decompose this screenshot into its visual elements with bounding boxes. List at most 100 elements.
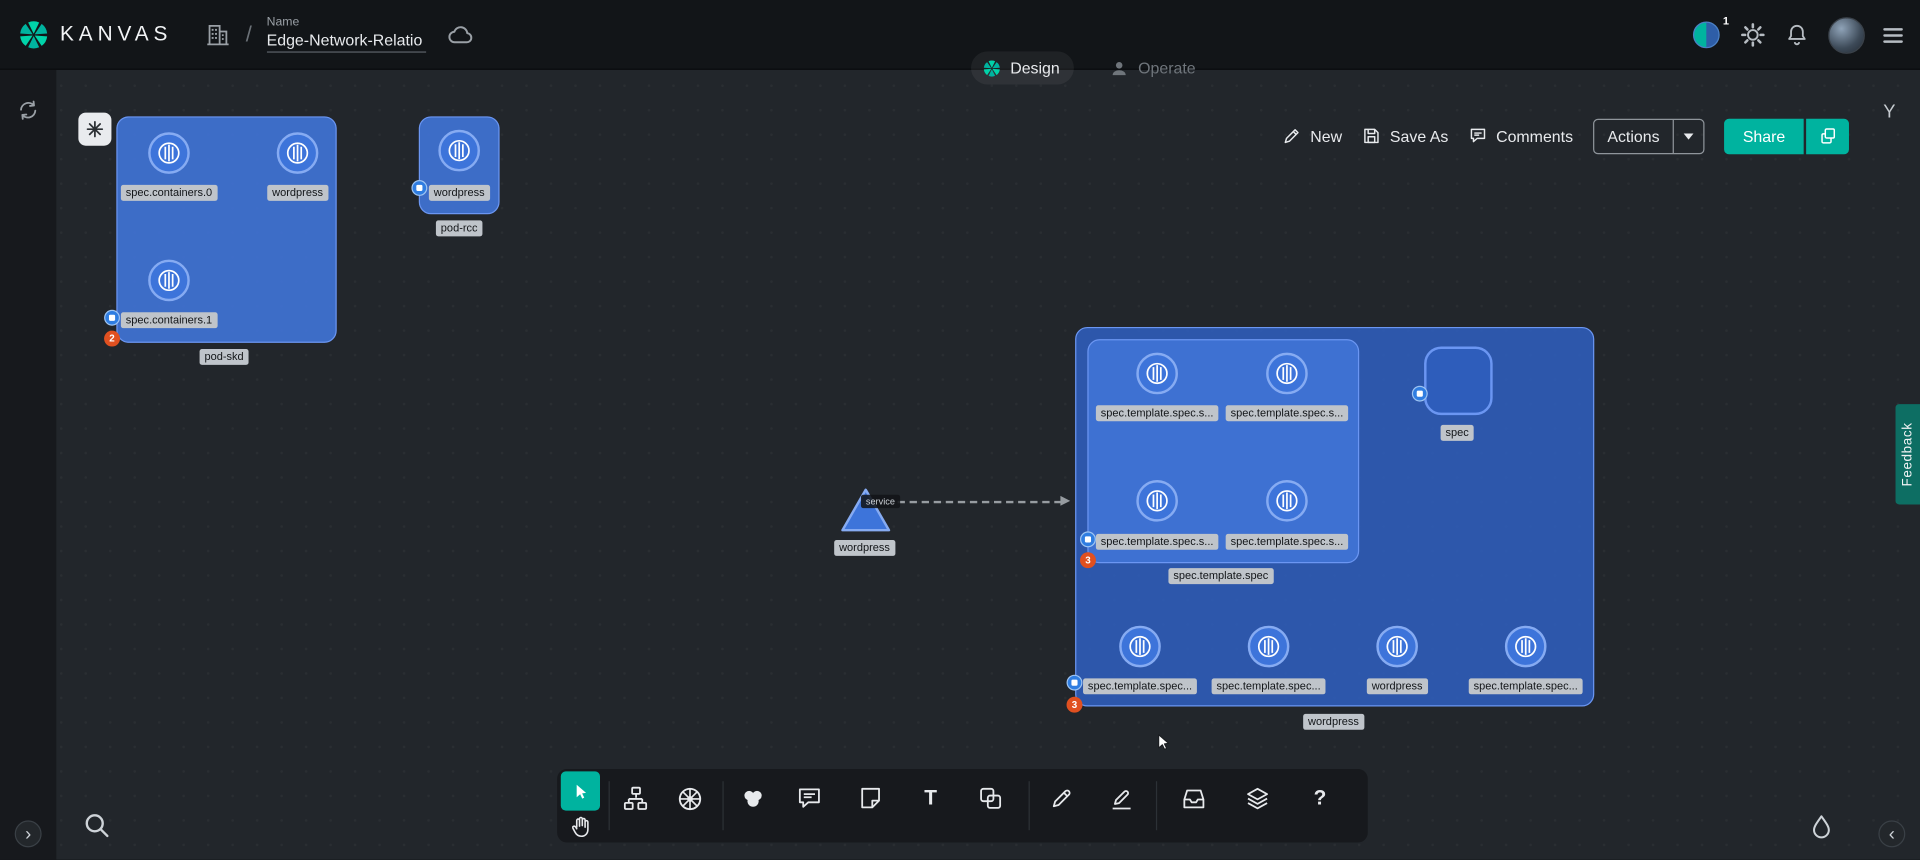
kind-badge-icon[interactable] xyxy=(1412,386,1428,402)
kind-badge-icon[interactable] xyxy=(1080,531,1096,547)
node-template-spec-c[interactable] xyxy=(1136,480,1178,522)
design-name-input[interactable] xyxy=(267,31,426,53)
tab-operate[interactable]: Operate xyxy=(1099,51,1210,84)
tab-design-label: Design xyxy=(1010,59,1060,77)
settings-gear-icon[interactable] xyxy=(1740,22,1766,48)
help-icon: ? xyxy=(1314,786,1327,810)
kubernetes-tool-button[interactable] xyxy=(670,779,709,818)
toolbar-divider xyxy=(1156,781,1157,830)
hamburger-menu-icon[interactable] xyxy=(1883,28,1903,43)
comments-label: Comments xyxy=(1496,127,1573,145)
kind-badge-icon[interactable] xyxy=(104,310,120,326)
flower-icon xyxy=(84,119,105,140)
new-label: New xyxy=(1310,127,1342,145)
notification-count-badge: 1 xyxy=(1723,15,1729,27)
comments-button[interactable]: Comments xyxy=(1468,126,1573,146)
chevron-right-icon: › xyxy=(25,823,31,844)
node-label: spec.template.spec... xyxy=(1083,678,1197,694)
pen-icon xyxy=(1048,785,1075,812)
node-label: spec.containers.1 xyxy=(121,312,217,328)
count-badge[interactable]: 3 xyxy=(1067,697,1083,713)
layers-tool-button[interactable] xyxy=(1238,779,1277,818)
copy-link-button[interactable] xyxy=(1806,118,1849,154)
node-template-spec-g[interactable] xyxy=(1505,626,1547,668)
node-template-spec-b[interactable] xyxy=(1266,353,1308,395)
actions-button[interactable]: Actions xyxy=(1594,127,1673,145)
new-button[interactable]: New xyxy=(1282,126,1342,146)
node-spec-containers-1[interactable] xyxy=(148,260,190,302)
kanvas-flower-icon xyxy=(17,18,50,51)
stage: KANVAS / Name xyxy=(0,0,1920,860)
count-badge[interactable]: 3 xyxy=(1080,552,1096,568)
group-label: pod-rcc xyxy=(436,220,483,236)
comment-tool-button[interactable] xyxy=(790,779,829,818)
bottom-toolbar: T xyxy=(557,769,1368,842)
mouse-cursor xyxy=(1152,731,1174,753)
node-service-triangle[interactable] xyxy=(839,486,893,535)
node-wordpress-bottom[interactable] xyxy=(1376,626,1418,668)
node-template-spec-d[interactable] xyxy=(1266,480,1308,522)
select-tool-button[interactable] xyxy=(561,771,600,810)
extensions-button[interactable]: 1 xyxy=(1691,20,1722,51)
kanvas-logo[interactable]: KANVAS xyxy=(17,18,172,51)
node-template-spec-e[interactable] xyxy=(1119,626,1161,668)
y-icon[interactable]: Y xyxy=(1883,102,1895,123)
node-template-spec-a[interactable] xyxy=(1136,353,1178,395)
organization-icon[interactable] xyxy=(204,21,231,48)
group-spec-template-spec[interactable] xyxy=(1087,339,1359,563)
save-as-button[interactable]: Save As xyxy=(1362,126,1449,146)
node-label: spec.template.spec.s... xyxy=(1096,534,1219,550)
copy-link-icon xyxy=(1818,126,1838,146)
sticker-icon xyxy=(857,785,884,812)
sync-status-icon[interactable] xyxy=(16,98,40,122)
pencil-icon xyxy=(1282,126,1302,146)
node-spec-square[interactable] xyxy=(1424,347,1493,416)
text-tool-button[interactable]: T xyxy=(911,779,950,818)
node-label: wordpress xyxy=(1367,678,1428,694)
ink-drop-icon[interactable] xyxy=(1806,812,1837,843)
count-badge[interactable]: 2 xyxy=(104,331,120,347)
app-header: KANVAS / Name xyxy=(0,0,1920,70)
edge-service-to-deployment[interactable] xyxy=(898,501,1062,503)
kind-badge-icon[interactable] xyxy=(411,180,427,196)
tab-design[interactable]: Design xyxy=(971,51,1074,84)
left-rail xyxy=(0,70,56,860)
design-name-label: Name xyxy=(267,16,426,29)
node-wordpress-rcc[interactable] xyxy=(438,130,480,172)
flowchart-tool-button[interactable] xyxy=(616,779,655,818)
pen-tool-button[interactable] xyxy=(1042,779,1081,818)
save-as-label: Save As xyxy=(1390,127,1448,145)
node-label: spec.template.spec... xyxy=(1212,678,1326,694)
zoom-icon[interactable] xyxy=(81,809,113,841)
kubernetes-wheel-icon xyxy=(675,784,703,812)
whiteboard-tool-button[interactable] xyxy=(733,779,772,818)
share-button[interactable]: Share xyxy=(1724,118,1803,154)
brand-name: KANVAS xyxy=(60,22,172,46)
toolbar-divider xyxy=(722,781,723,830)
notifications-bell-icon[interactable] xyxy=(1784,22,1810,48)
node-label: wordpress xyxy=(429,185,490,201)
help-button[interactable]: ? xyxy=(1300,779,1339,818)
node-wordpress-container[interactable] xyxy=(277,132,319,174)
flower-widget-button[interactable] xyxy=(78,113,111,146)
shapes-tool-button[interactable] xyxy=(971,779,1010,818)
expand-right-panel-button[interactable]: ‹ xyxy=(1878,820,1905,847)
node-template-spec-f[interactable] xyxy=(1248,626,1290,668)
node-label: spec.template.spec.s... xyxy=(1226,534,1349,550)
drawer-tool-button[interactable] xyxy=(1174,779,1213,818)
kind-badge-icon[interactable] xyxy=(1067,675,1083,691)
hand-icon xyxy=(568,814,594,840)
comment-icon xyxy=(1468,126,1488,146)
node-spec-containers-0[interactable] xyxy=(148,132,190,174)
sticker-tool-button[interactable] xyxy=(851,779,890,818)
feedback-tab[interactable]: Feedback xyxy=(1896,404,1920,504)
user-avatar[interactable] xyxy=(1828,17,1865,54)
pan-tool-button[interactable] xyxy=(561,807,600,846)
pencil-tool-button[interactable] xyxy=(1102,779,1141,818)
node-label: spec xyxy=(1441,425,1474,441)
operate-mode-icon xyxy=(1110,58,1130,78)
breadcrumb-separator: / xyxy=(246,21,252,47)
actions-dropdown-button[interactable] xyxy=(1674,119,1703,152)
cloud-save-icon[interactable] xyxy=(445,20,474,49)
expand-left-panel-button[interactable]: › xyxy=(15,820,42,847)
